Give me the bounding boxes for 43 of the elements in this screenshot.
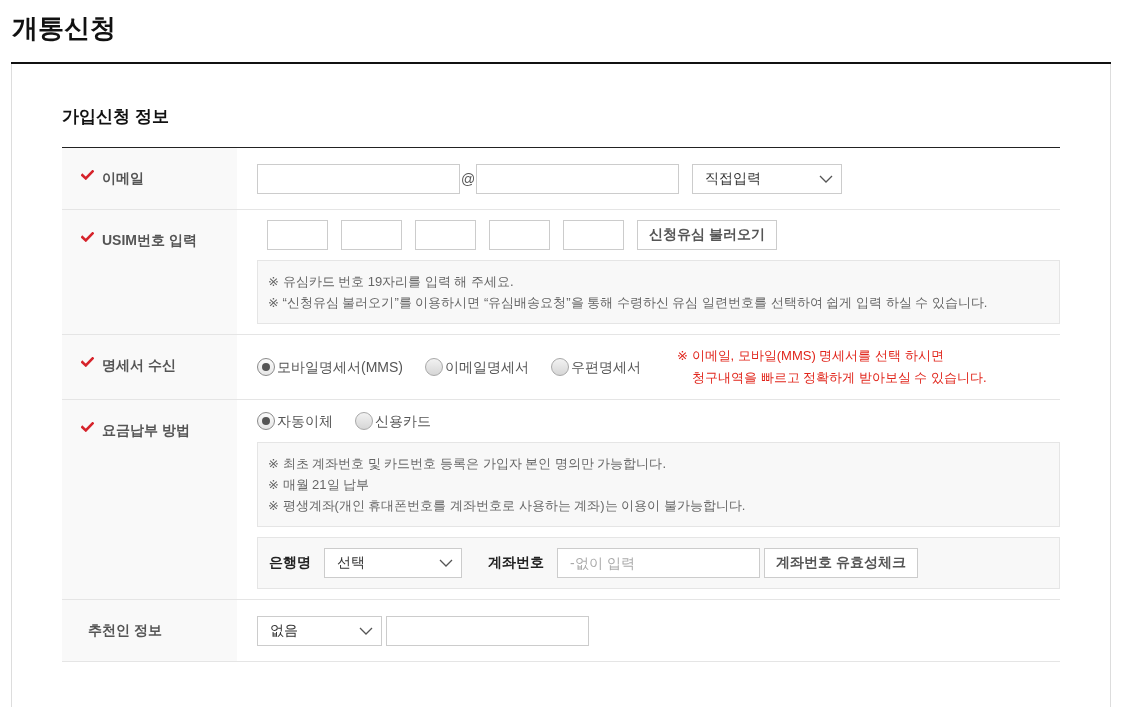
radio-option[interactable]: 모바일명세서(MMS) (257, 357, 403, 377)
field-label: 요금납부 방법 (102, 421, 190, 440)
field-label: 추천인 정보 (88, 621, 162, 640)
field-label: 은행명 (269, 554, 311, 572)
note-text: ※ “신청유심 불러오기”를 이용하시면 “유심배송요청”을 통해 수령하신 유심 일련번호를 선택하여 쉽게 입력 하실 수 있습니다. (268, 294, 989, 312)
input-field[interactable] (386, 615, 589, 646)
input-field[interactable] (476, 163, 680, 194)
chevron-down-icon (819, 174, 834, 183)
input-field[interactable]: -없이 입력 (557, 548, 760, 578)
input-field[interactable] (415, 220, 476, 250)
input-field[interactable] (267, 220, 328, 250)
input-field[interactable] (341, 220, 402, 250)
notice-text: ※ 이메일, 모바일(MMS) 명세서를 선택 하시면 청구내역을 빠르고 정확하게 받아보실 수 있습니다. (677, 347, 987, 387)
at-sign: @ (461, 170, 476, 187)
action-button[interactable]: 신청유심 불러오기 (637, 220, 777, 250)
field-label: 이메일 (102, 169, 144, 188)
radio-option[interactable]: 신용카드 (355, 411, 431, 431)
chevron-down-icon (439, 559, 453, 567)
dropdown[interactable]: 없음 (257, 615, 382, 646)
note-text: ※ 평생계좌(개인 휴대폰번호를 계좌번호로 사용하는 계좌)는 이용이 불가능합니다. (268, 497, 747, 515)
field-label: USIM번호 입력 (102, 231, 197, 250)
radio-option[interactable]: 이메일명세서 (425, 357, 529, 377)
input-field[interactable] (257, 163, 460, 194)
action-button[interactable]: 계좌번호 유효성체크 (764, 548, 918, 578)
radio-icon[interactable] (425, 358, 443, 376)
note-text: ※ 유심카드 번호 19자리를 입력 해 주세요. (268, 273, 515, 291)
dropdown[interactable]: 선택 (324, 548, 462, 578)
field-label: 명세서 수신 (102, 356, 176, 375)
field-label: 계좌번호 (488, 554, 544, 572)
radio-icon[interactable] (257, 358, 275, 376)
page-title: 개통신청 (12, 13, 116, 43)
radio-icon[interactable] (355, 412, 373, 430)
radio-icon[interactable] (551, 358, 569, 376)
radio-icon[interactable] (257, 412, 275, 430)
section-title: 가입신청 정보 (62, 106, 169, 128)
radio-option[interactable]: 자동이체 (257, 411, 333, 431)
note-text: ※ 매월 21일 납부 (268, 476, 371, 494)
radio-option[interactable]: 우편명세서 (551, 357, 641, 377)
input-field[interactable] (489, 220, 550, 250)
chevron-down-icon (359, 626, 373, 635)
note-text: ※ 최초 계좌번호 및 카드번호 등록은 가입자 본인 명의만 가능합니다. (268, 455, 667, 473)
dropdown[interactable]: 직접입력 (692, 163, 843, 194)
input-field[interactable] (563, 220, 624, 250)
